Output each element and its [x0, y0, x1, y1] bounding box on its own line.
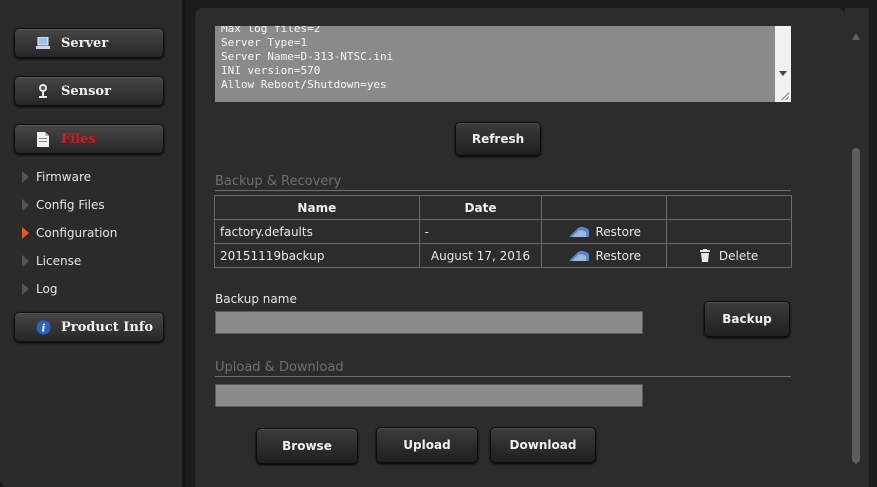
restore-label: Restore	[595, 248, 642, 263]
divider	[215, 190, 791, 191]
sensor-button[interactable]: Sensor	[14, 76, 164, 106]
table-header-row: Name Date	[214, 195, 792, 220]
product-info-button[interactable]: i Product Info	[14, 312, 164, 342]
sidebar-item-label: License	[36, 254, 82, 268]
browse-button[interactable]: Browse	[256, 428, 358, 464]
restore-icon	[568, 250, 589, 261]
sidebar-item-label: Firmware	[36, 170, 91, 184]
chevron-right-icon	[22, 283, 29, 295]
backup-date-cell: -	[418, 219, 543, 244]
backup-date-cell: August 17, 2016	[418, 243, 543, 268]
table-row: factory.defaults - Restore	[214, 219, 792, 244]
log-line: INI version=570	[221, 64, 321, 77]
download-button[interactable]: Download	[490, 427, 596, 463]
scroll-down-icon[interactable]	[779, 71, 787, 76]
log-scrollbar[interactable]	[775, 26, 791, 102]
server-button[interactable]: Server	[14, 28, 164, 58]
backup-button[interactable]: Backup	[704, 301, 790, 337]
backup-name-input[interactable]	[215, 311, 643, 334]
sidebar-item-config-files[interactable]: Config Files	[22, 196, 105, 214]
log-textarea[interactable]: Max log files=2 Server Type=1 Server Nam…	[215, 26, 791, 102]
sidebar-item-configuration[interactable]: Configuration	[22, 224, 117, 242]
column-header-delete	[666, 195, 792, 220]
log-line: Server Type=1	[221, 36, 308, 49]
restore-icon	[568, 226, 589, 237]
delete-button[interactable]: Delete	[672, 249, 786, 263]
main-panel: Max log files=2 Server Type=1 Server Nam…	[195, 8, 845, 487]
scrollbar-thumb[interactable]	[852, 148, 860, 463]
sidebar-item-license[interactable]: License	[22, 252, 81, 270]
info-icon: i	[35, 319, 51, 335]
backup-name-cell: 20151119backup	[214, 243, 420, 268]
scroll-up-icon[interactable]	[852, 33, 860, 40]
restore-cell: Restore	[541, 243, 668, 268]
chevron-right-icon	[22, 227, 29, 239]
backup-table: Name Date factory.defaults - Restore 201…	[214, 195, 792, 268]
product-info-label: Product Info	[61, 319, 154, 335]
restore-button[interactable]: Restore	[547, 249, 661, 263]
page-scrollbar[interactable]	[845, 8, 869, 487]
files-button[interactable]: Files	[14, 124, 164, 154]
backup-recovery-title: Backup & Recovery	[215, 174, 342, 189]
table-row: 20151119backup August 17, 2016 Restore D…	[214, 243, 792, 268]
chevron-right-icon	[22, 199, 29, 211]
sidebar-item-log[interactable]: Log	[22, 280, 57, 298]
restore-button[interactable]: Restore	[547, 225, 661, 239]
restore-label: Restore	[595, 224, 642, 239]
log-line: Allow Reboot/Shutdown=yes	[221, 78, 387, 91]
upload-button[interactable]: Upload	[376, 427, 478, 463]
sidebar-item-firmware[interactable]: Firmware	[22, 168, 91, 186]
sidebar-item-label: Configuration	[36, 226, 118, 240]
refresh-button[interactable]: Refresh	[455, 122, 541, 156]
divider	[215, 376, 791, 377]
delete-cell	[666, 219, 792, 244]
chevron-right-icon	[22, 171, 29, 183]
delete-cell: Delete	[666, 243, 792, 268]
column-header-name: Name	[214, 195, 420, 220]
sidebar-item-label: Config Files	[36, 198, 105, 212]
resize-grip-icon[interactable]	[781, 92, 789, 100]
trash-icon	[699, 249, 710, 262]
upload-file-input[interactable]	[215, 384, 643, 407]
server-label: Server	[61, 35, 109, 51]
column-header-date: Date	[418, 195, 543, 220]
backup-name-cell: factory.defaults	[214, 219, 420, 244]
sensor-icon	[35, 83, 51, 99]
sidebar-item-label: Log	[36, 282, 58, 296]
server-icon	[35, 35, 51, 51]
delete-label: Delete	[718, 248, 759, 263]
column-header-restore	[541, 195, 668, 220]
files-label: Files	[61, 131, 96, 147]
svg-text:i: i	[41, 323, 45, 334]
file-icon	[35, 131, 51, 147]
upload-download-title: Upload & Download	[215, 360, 344, 375]
backup-name-label: Backup name	[215, 292, 297, 306]
sensor-label: Sensor	[61, 83, 111, 99]
scroll-down-icon[interactable]	[852, 458, 860, 465]
chevron-right-icon	[22, 255, 29, 267]
log-line: Max log files=2	[221, 26, 321, 35]
log-line: Server Name=D-313-NTSC.ini	[221, 50, 394, 63]
restore-cell: Restore	[541, 219, 668, 244]
sidebar: Server Sensor Files Firmware Config File…	[0, 0, 186, 487]
